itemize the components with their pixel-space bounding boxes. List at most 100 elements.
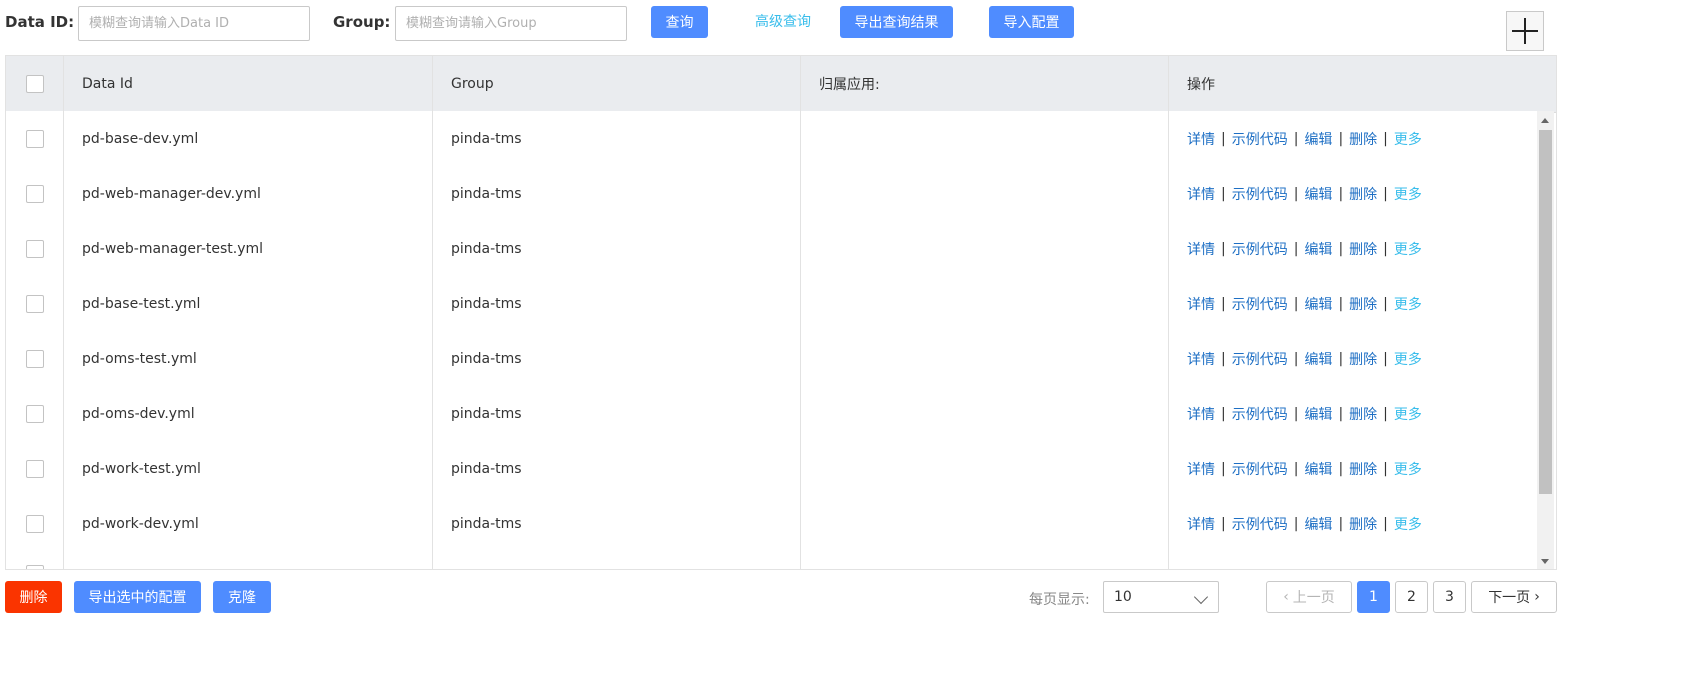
detail-link[interactable]: 详情 — [1187, 514, 1215, 534]
row-checkbox[interactable] — [25, 239, 44, 258]
detail-link[interactable]: 详情 — [1187, 459, 1215, 479]
group-label: Group: — [333, 13, 391, 31]
table-row — [6, 551, 1537, 569]
row-checkbox[interactable] — [25, 349, 44, 368]
delete-link[interactable]: 删除 — [1349, 294, 1377, 314]
detail-link[interactable]: 详情 — [1187, 184, 1215, 204]
prev-page-button[interactable]: ‹ 上一页 — [1266, 581, 1352, 613]
action-separator: | — [1293, 130, 1299, 147]
action-separator: | — [1293, 295, 1299, 312]
cell-actions: 详情 | 示例代码 | 编辑 | 删除 | 更多 — [1169, 111, 1537, 166]
row-checkbox-cell — [6, 276, 64, 331]
detail-link[interactable]: 详情 — [1187, 129, 1215, 149]
edit-link[interactable]: 编辑 — [1304, 349, 1332, 369]
page-3-button[interactable]: 3 — [1433, 581, 1466, 613]
cell-actions: 详情 | 示例代码 | 编辑 | 删除 | 更多 — [1169, 441, 1537, 496]
action-separator: | — [1338, 185, 1344, 202]
add-config-button[interactable] — [1506, 11, 1544, 51]
action-separator: | — [1338, 130, 1344, 147]
row-checkbox-cell — [6, 111, 64, 166]
scroll-up-arrow-icon[interactable] — [1541, 118, 1549, 123]
query-button[interactable]: 查询 — [651, 6, 708, 38]
page-1-button[interactable]: 1 — [1357, 581, 1390, 613]
page-size-select[interactable]: 10 — [1103, 581, 1219, 613]
delete-link[interactable]: 删除 — [1349, 239, 1377, 259]
data-id-input[interactable] — [78, 6, 310, 41]
action-separator: | — [1221, 515, 1226, 532]
sample-code-link[interactable]: 示例代码 — [1232, 239, 1288, 259]
row-checkbox-cell — [6, 166, 64, 221]
sample-code-link[interactable]: 示例代码 — [1232, 129, 1288, 149]
cell-app — [801, 386, 1169, 441]
delete-selected-button[interactable]: 删除 — [5, 581, 62, 613]
detail-link[interactable]: 详情 — [1187, 294, 1215, 314]
action-separator: | — [1383, 295, 1388, 312]
more-link[interactable]: 更多 — [1394, 349, 1422, 369]
edit-link[interactable]: 编辑 — [1304, 129, 1332, 149]
action-separator: | — [1293, 515, 1299, 532]
delete-link[interactable]: 删除 — [1349, 184, 1377, 204]
page-2-button[interactable]: 2 — [1395, 581, 1428, 613]
row-checkbox[interactable] — [25, 514, 44, 533]
edit-link[interactable]: 编辑 — [1304, 239, 1332, 259]
prev-page-label: 上一页 — [1292, 590, 1335, 606]
more-link[interactable]: 更多 — [1394, 294, 1422, 314]
more-link[interactable]: 更多 — [1394, 459, 1422, 479]
more-link[interactable]: 更多 — [1394, 129, 1422, 149]
table-scrollbar[interactable] — [1537, 111, 1554, 569]
sample-code-link[interactable]: 示例代码 — [1232, 184, 1288, 204]
scroll-down-arrow-icon[interactable] — [1541, 559, 1549, 564]
action-separator: | — [1383, 460, 1388, 477]
select-all-checkbox[interactable] — [25, 75, 44, 93]
edit-link[interactable]: 编辑 — [1304, 294, 1332, 314]
sample-code-link[interactable]: 示例代码 — [1232, 294, 1288, 314]
detail-link[interactable]: 详情 — [1187, 239, 1215, 259]
clone-button[interactable]: 克隆 — [213, 581, 271, 613]
cell-actions — [1169, 551, 1537, 569]
cell-app — [801, 441, 1169, 496]
delete-link[interactable]: 删除 — [1349, 404, 1377, 424]
detail-link[interactable]: 详情 — [1187, 349, 1215, 369]
action-separator: | — [1293, 350, 1299, 367]
row-checkbox[interactable] — [25, 184, 44, 203]
row-checkbox-cell — [6, 441, 64, 496]
export-selected-button[interactable]: 导出选中的配置 — [74, 581, 201, 613]
advanced-query-link[interactable]: 高级查询 — [755, 12, 811, 32]
import-config-button[interactable]: 导入配置 — [989, 6, 1074, 38]
table-body: pd-base-dev.yml pinda-tms 详情 | 示例代码 | 编辑 | 删除 | 更多… — [6, 111, 1537, 569]
more-link[interactable]: 更多 — [1394, 404, 1422, 424]
next-page-button[interactable]: 下一页 › — [1471, 581, 1557, 613]
sample-code-link[interactable]: 示例代码 — [1232, 459, 1288, 479]
cell-app — [801, 276, 1169, 331]
more-link[interactable]: 更多 — [1394, 184, 1422, 204]
cell-group: pinda-tms — [433, 331, 801, 386]
delete-link[interactable]: 删除 — [1349, 129, 1377, 149]
row-checkbox-cell — [6, 551, 64, 569]
edit-link[interactable]: 编辑 — [1304, 459, 1332, 479]
cell-data-id: pd-work-dev.yml — [64, 496, 433, 551]
row-checkbox[interactable] — [25, 459, 44, 478]
edit-link[interactable]: 编辑 — [1304, 184, 1332, 204]
scrollbar-thumb[interactable] — [1539, 130, 1552, 494]
sample-code-link[interactable]: 示例代码 — [1232, 349, 1288, 369]
delete-link[interactable]: 删除 — [1349, 514, 1377, 534]
sample-code-link[interactable]: 示例代码 — [1232, 514, 1288, 534]
row-checkbox-cell — [6, 221, 64, 276]
group-input[interactable] — [395, 6, 627, 41]
edit-link[interactable]: 编辑 — [1304, 514, 1332, 534]
row-checkbox[interactable] — [25, 129, 44, 148]
sample-code-link[interactable]: 示例代码 — [1232, 404, 1288, 424]
detail-link[interactable]: 详情 — [1187, 404, 1215, 424]
more-link[interactable]: 更多 — [1394, 514, 1422, 534]
edit-link[interactable]: 编辑 — [1304, 404, 1332, 424]
row-checkbox[interactable] — [25, 404, 44, 423]
row-checkbox[interactable] — [25, 294, 44, 313]
export-results-button[interactable]: 导出查询结果 — [840, 6, 953, 38]
more-link[interactable]: 更多 — [1394, 239, 1422, 259]
delete-link[interactable]: 删除 — [1349, 349, 1377, 369]
table-row: pd-web-manager-dev.yml pinda-tms 详情 | 示例代码 | 编… — [6, 166, 1537, 222]
row-checkbox[interactable] — [25, 565, 44, 569]
cell-data-id: pd-web-manager-test.yml — [64, 221, 433, 276]
delete-link[interactable]: 删除 — [1349, 459, 1377, 479]
table-row: pd-oms-dev.yml pinda-tms 详情 | 示例代码 | 编辑 | 删除 | 更多 — [6, 386, 1537, 442]
